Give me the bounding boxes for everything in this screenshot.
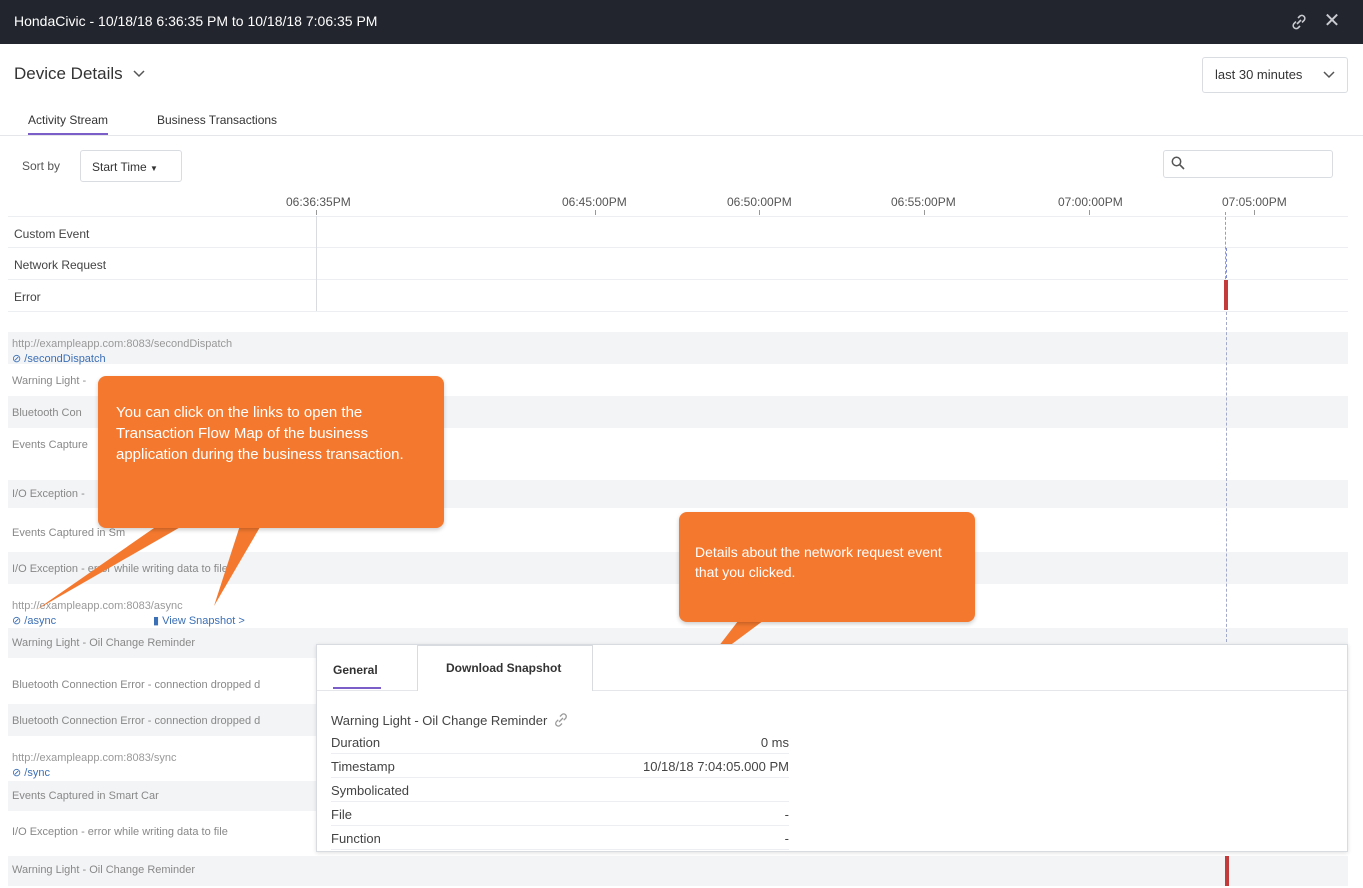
callout-text: You can click on the links to open the T… — [116, 404, 404, 463]
timeline-lane: Custom Event — [8, 216, 1348, 248]
error-marker[interactable] — [1225, 856, 1229, 886]
field-key: Duration — [331, 735, 381, 750]
timeline-lane: Network Request — [8, 248, 1348, 280]
sort-label: Sort by — [22, 159, 61, 173]
time-range-value: last 30 minutes — [1215, 67, 1303, 82]
page-title: Device Details — [14, 64, 123, 83]
axis-tick-label: 06:45:00PM — [562, 195, 627, 209]
event-label: Events Captured in Smart Car — [12, 790, 159, 802]
event-detail-panel: General Download Snapshot Warning Light … — [316, 644, 1348, 852]
field-key: Function — [331, 831, 381, 846]
axis-tick-label: 07:05:00PM — [1222, 195, 1287, 209]
event-url: http://exampleapp.com:8083/sync — [12, 752, 177, 764]
event-label: Bluetooth Connection Error - connection … — [12, 679, 261, 691]
detail-row-duration: Duration 0 ms — [331, 731, 789, 754]
field-value: - — [784, 831, 789, 846]
axis-tick-label: 06:36:35PM — [286, 195, 351, 209]
error-marker[interactable] — [1224, 280, 1228, 310]
tab-label: General — [333, 663, 378, 677]
link-icon[interactable] — [553, 712, 569, 728]
window-title: HondaCivic - 10/18/18 6:36:35 PM to 10/1… — [14, 13, 378, 29]
tooltip-callout-details: Details about the network request event … — [679, 512, 975, 622]
axis-tick — [595, 210, 596, 215]
event-label: Events Capture — [12, 439, 88, 451]
close-icon[interactable]: ✕ — [1322, 11, 1342, 31]
search-field[interactable] — [1163, 150, 1333, 178]
lane-divider — [316, 216, 317, 311]
tab-activity-stream[interactable]: Activity Stream — [28, 113, 109, 135]
event-label: I/O Exception - error while writing data… — [12, 826, 228, 838]
link-icon[interactable] — [1290, 13, 1308, 31]
search-icon — [1171, 156, 1185, 170]
field-key: Symbolicated — [331, 783, 410, 798]
axis-tick-label: 06:55:00PM — [891, 195, 956, 209]
event-row[interactable]: Warning Light - Oil Change Reminder — [8, 856, 1348, 886]
field-value: 10/18/18 7:04:05.000 PM — [642, 759, 789, 774]
field-key: File — [331, 807, 352, 822]
tooltip-callout-links: You can click on the links to open the T… — [98, 376, 444, 528]
timeline-lane: Error — [8, 280, 1348, 312]
lane-label: Error — [14, 290, 41, 304]
tab-business-transactions[interactable]: Business Transactions — [157, 113, 277, 127]
transaction-link[interactable]: ⊘ /sync — [12, 766, 50, 779]
detail-row-timestamp: Timestamp 10/18/18 7:04:05.000 PM — [331, 755, 789, 778]
event-label: Bluetooth Connection Error - connection … — [12, 715, 261, 727]
event-title: Warning Light - Oil Change Reminder — [331, 712, 569, 728]
event-label: Warning Light - Oil Change Reminder — [12, 637, 196, 649]
field-value: - — [784, 807, 789, 822]
axis-tick-label: 06:50:00PM — [727, 195, 792, 209]
event-time-marker — [1226, 312, 1227, 642]
event-label: Warning Light - — [12, 375, 87, 387]
caret-down-icon: ▼ — [150, 164, 158, 173]
field-key: Timestamp — [331, 759, 395, 774]
detail-row-function: Function - — [331, 827, 789, 850]
detail-row-file: File - — [331, 803, 789, 826]
tab-general[interactable]: General — [317, 645, 417, 691]
window-titlebar: HondaCivic - 10/18/18 6:36:35 PM to 10/1… — [0, 0, 1363, 44]
event-title-text: Warning Light - Oil Change Reminder — [331, 712, 548, 728]
event-row[interactable]: http://exampleapp.com:8083/secondDispatc… — [8, 332, 1348, 365]
sort-toolbar: Sort by Start Time ▼ — [0, 140, 1363, 186]
active-tab-underline — [333, 687, 381, 689]
sort-value: Start Time — [92, 160, 147, 174]
tab-download-snapshot[interactable]: Download Snapshot — [417, 645, 593, 691]
axis-tick — [1254, 210, 1255, 215]
tab-label: Download Snapshot — [446, 661, 562, 675]
axis-tick — [1089, 210, 1090, 215]
time-range-select[interactable]: last 30 minutes — [1202, 57, 1348, 93]
network-request-marker[interactable] — [1226, 248, 1227, 278]
search-input[interactable] — [1192, 155, 1328, 173]
chevron-down-icon — [1323, 71, 1335, 79]
event-label: Bluetooth Con — [12, 407, 82, 419]
chevron-down-icon — [133, 70, 145, 78]
axis-tick — [316, 210, 317, 215]
event-url: http://exampleapp.com:8083/secondDispatc… — [12, 338, 233, 350]
lane-label: Custom Event — [14, 227, 90, 241]
sort-select[interactable]: Start Time ▼ — [80, 150, 182, 182]
field-value: 0 ms — [760, 735, 789, 750]
axis-tick — [924, 210, 925, 215]
detail-tabs: General Download Snapshot — [317, 645, 1347, 691]
view-tabs: Activity Stream Business Transactions — [0, 104, 1363, 136]
event-label: Warning Light - Oil Change Reminder — [12, 864, 196, 876]
device-details-dropdown[interactable]: Device Details — [14, 64, 145, 84]
axis-tick — [759, 210, 760, 215]
axis-tick-label: 07:00:00PM — [1058, 195, 1123, 209]
detail-row-symbolicated: Symbolicated — [331, 779, 789, 802]
lane-label: Network Request — [14, 258, 107, 272]
callout-text: Details about the network request event … — [695, 544, 942, 580]
